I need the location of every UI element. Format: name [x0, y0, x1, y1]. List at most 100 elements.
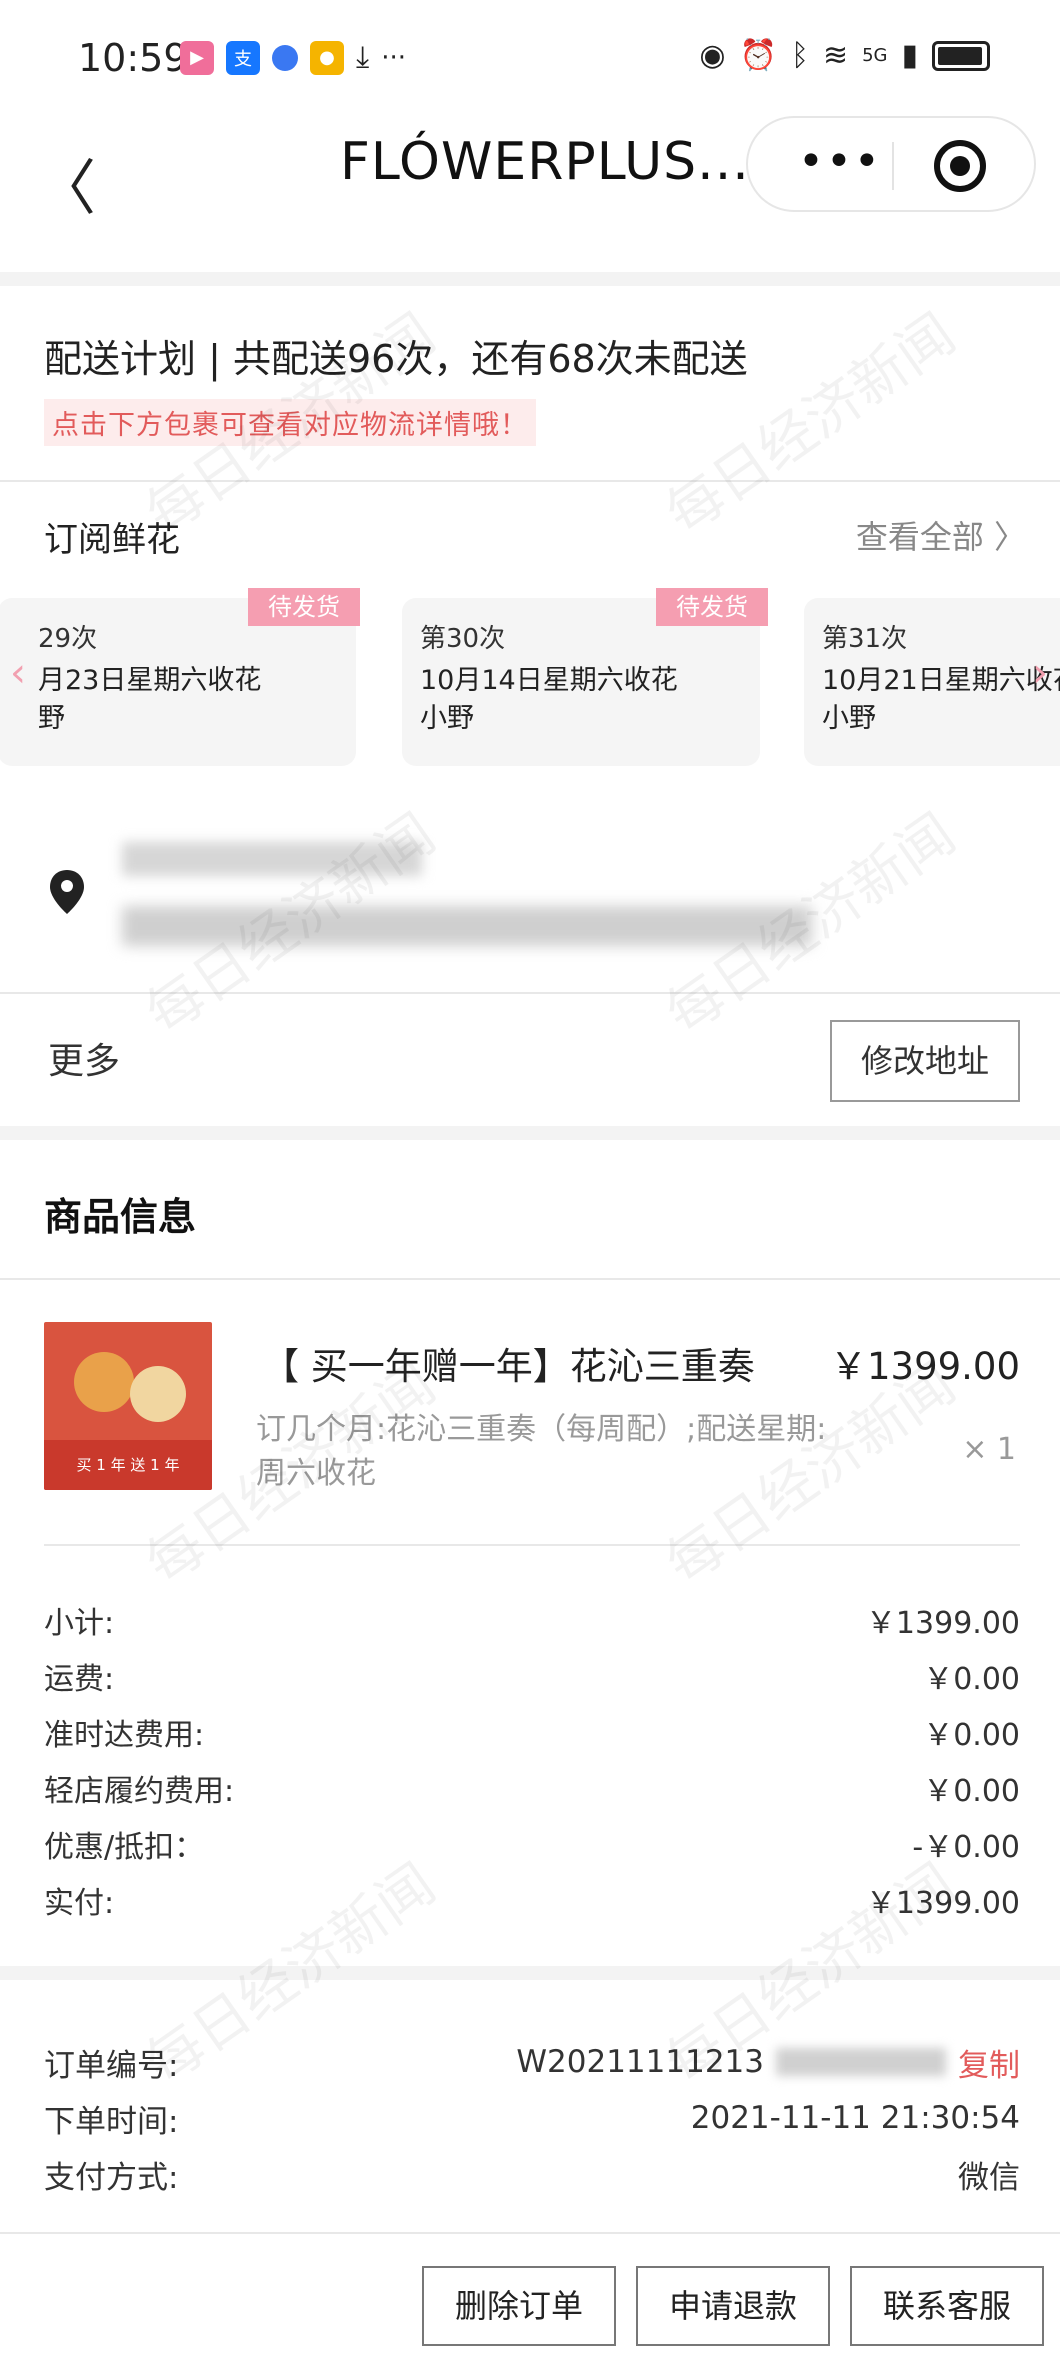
recipient-name: 小野	[822, 703, 876, 734]
order-number-label: 订单编号:	[44, 2047, 179, 2084]
delivery-plan-hint: 点击下方包裹可查看对应物流详情哦！	[44, 399, 536, 446]
more-options-icon[interactable]: •••	[798, 136, 882, 187]
eye-icon: ◉	[699, 38, 726, 73]
fee-label: 实付:	[44, 1886, 115, 1921]
edit-address-button[interactable]: 修改地址	[830, 1020, 1020, 1102]
subscription-title: 订阅鲜花	[44, 520, 180, 560]
order-info: 订单编号: W20211111213 复制 下单时间: 2021-11-11 2…	[44, 2034, 1020, 2202]
product-price: ￥1399.00	[829, 1345, 1020, 1388]
carousel-prev-icon[interactable]: ‹	[10, 650, 26, 696]
delivery-date: 月23日星期六收花	[38, 665, 262, 696]
notes-icon: ●	[310, 40, 344, 75]
signal-icon: ▮	[901, 38, 918, 73]
section-divider	[0, 1126, 1060, 1140]
close-target-icon[interactable]	[934, 140, 986, 192]
fee-row: 轻店履约费用: ￥0.00	[44, 1766, 1020, 1822]
alipay-icon: 支	[226, 40, 260, 75]
bilibili-icon: ▶	[180, 40, 214, 75]
bluetooth-icon: ᛒ	[790, 38, 809, 73]
capsule-divider	[892, 142, 894, 190]
flower-bouquet-image	[130, 1366, 186, 1422]
product-name[interactable]: 【 买一年赠一年】花沁三重奏	[262, 1336, 755, 1390]
divider	[0, 2232, 1060, 2234]
fee-value: ￥0.00	[923, 1718, 1020, 1753]
divider	[0, 480, 1060, 482]
nav-bar: 〈 FLÓWERPLUS... •••	[0, 110, 1060, 270]
back-arrow-icon[interactable]: 〈	[36, 140, 96, 227]
delivery-plan: 配送计划 | 共配送96次，还有68次未配送 点击下方包裹可查看对应物流详情哦！	[44, 328, 748, 446]
divider	[0, 1278, 1060, 1280]
status-indicators: ◉ ⏰ ᛒ ≋ 5G ▮	[699, 38, 990, 73]
delivery-count: 第30次	[420, 624, 506, 654]
status-time: 10:59	[78, 36, 188, 80]
status-badge: 待发货	[656, 588, 768, 626]
recipient-address-redacted	[122, 906, 812, 946]
recipient-name: 小野	[420, 703, 474, 734]
product-thumbnail[interactable]: 买 1 年 送 1 年	[44, 1322, 212, 1490]
page-title: FLÓWERPLUS...	[340, 132, 750, 192]
product-spec: 订几个月:花沁三重奏（每周配）;配送星期:周六收花	[256, 1412, 827, 1491]
order-number-row: 订单编号: W20211111213 复制	[44, 2034, 1020, 2090]
fee-label: 优惠/抵扣：	[44, 1830, 205, 1865]
fee-value: ￥0.00	[923, 1774, 1020, 1809]
delivery-card[interactable]: 第31次 10月21日星期六收花 小野	[804, 598, 1060, 766]
payment-method-label: 支付方式:	[44, 2159, 179, 2196]
fee-label: 轻店履约费用:	[44, 1774, 235, 1809]
recipient-contact-redacted	[122, 842, 422, 876]
carousel-next-icon[interactable]: ›	[1032, 650, 1048, 696]
fee-summary: 小计: ￥1399.00 运费: ￥0.00 准时达费用: ￥0.00 轻店履约…	[44, 1598, 1020, 1934]
fee-value: ￥0.00	[923, 1662, 1020, 1697]
location-pin-icon	[50, 870, 84, 914]
fee-value: -￥0.00	[912, 1830, 1020, 1865]
flower-bouquet-image	[74, 1352, 134, 1412]
see-all-link[interactable]: 查看全部 〉	[856, 512, 1026, 558]
divider	[44, 1544, 1020, 1546]
battery-icon	[932, 40, 990, 71]
contact-service-button[interactable]: 联系客服	[850, 2266, 1044, 2346]
fee-value: ￥1399.00	[865, 1886, 1020, 1921]
order-number-redacted	[776, 2048, 946, 2076]
wifi-icon: ≋	[822, 38, 849, 73]
order-time-row: 下单时间: 2021-11-11 21:30:54	[44, 2090, 1020, 2146]
status-app-icons: ▶ 支 ● ⤓ ···	[180, 40, 406, 75]
payment-method-value: 微信	[958, 2159, 1020, 2196]
mini-program-capsule: •••	[746, 116, 1036, 212]
delivery-date: 10月21日星期六收花	[822, 665, 1060, 696]
recipient-name: 野	[38, 703, 65, 734]
delivery-count: 29次	[38, 624, 98, 654]
payment-method-row: 支付方式: 微信	[44, 2146, 1020, 2202]
status-badge: 待发货	[248, 588, 360, 626]
divider	[0, 992, 1060, 994]
delete-order-button[interactable]: 删除订单	[422, 2266, 616, 2346]
fee-row: 优惠/抵扣： -￥0.00	[44, 1822, 1020, 1878]
delivery-card[interactable]: 待发货 29次 月23日星期六收花 野	[0, 588, 360, 766]
section-divider	[0, 272, 1060, 286]
fee-label: 小计:	[44, 1606, 115, 1641]
fee-row: 实付: ￥1399.00	[44, 1878, 1020, 1934]
network-type: 5G	[862, 45, 888, 66]
more-notifications-icon: ···	[381, 42, 407, 73]
order-number-value: W20211111213	[516, 2044, 764, 2080]
delivery-count: 第31次	[822, 624, 908, 654]
delivery-plan-title: 配送计划 | 共配送96次，还有68次未配送	[44, 337, 748, 381]
fee-label: 准时达费用:	[44, 1718, 205, 1753]
order-time-value: 2021-11-11 21:30:54	[690, 2100, 1020, 2136]
copy-button[interactable]: 复制	[958, 2040, 1020, 2085]
thumbnail-promo-text: 买 1 年 送 1 年	[44, 1440, 212, 1490]
fee-row: 运费: ￥0.00	[44, 1654, 1020, 1710]
more-label[interactable]: 更多	[48, 1032, 120, 1084]
refund-button[interactable]: 申请退款	[636, 2266, 830, 2346]
fee-row: 小计: ￥1399.00	[44, 1598, 1020, 1654]
fee-label: 运费:	[44, 1662, 115, 1697]
delivery-card[interactable]: 待发货 第30次 10月14日星期六收花 小野	[402, 588, 768, 766]
order-time-label: 下单时间:	[44, 2103, 179, 2140]
browser-icon	[272, 44, 298, 71]
section-divider	[0, 1966, 1060, 1980]
product-quantity: × 1	[962, 1432, 1016, 1467]
fee-value: ￥1399.00	[865, 1606, 1020, 1641]
download-icon: ⤓	[356, 40, 370, 75]
status-bar: 10:59 ▶ 支 ● ⤓ ··· ◉ ⏰ ᛒ ≋ 5G ▮	[0, 0, 1060, 110]
fee-row: 准时达费用: ￥0.00	[44, 1710, 1020, 1766]
delivery-card-carousel[interactable]: 待发货 29次 月23日星期六收花 野 待发货 第30次 10月14日星期六收花…	[0, 588, 1060, 768]
alarm-icon: ⏰	[739, 38, 777, 73]
